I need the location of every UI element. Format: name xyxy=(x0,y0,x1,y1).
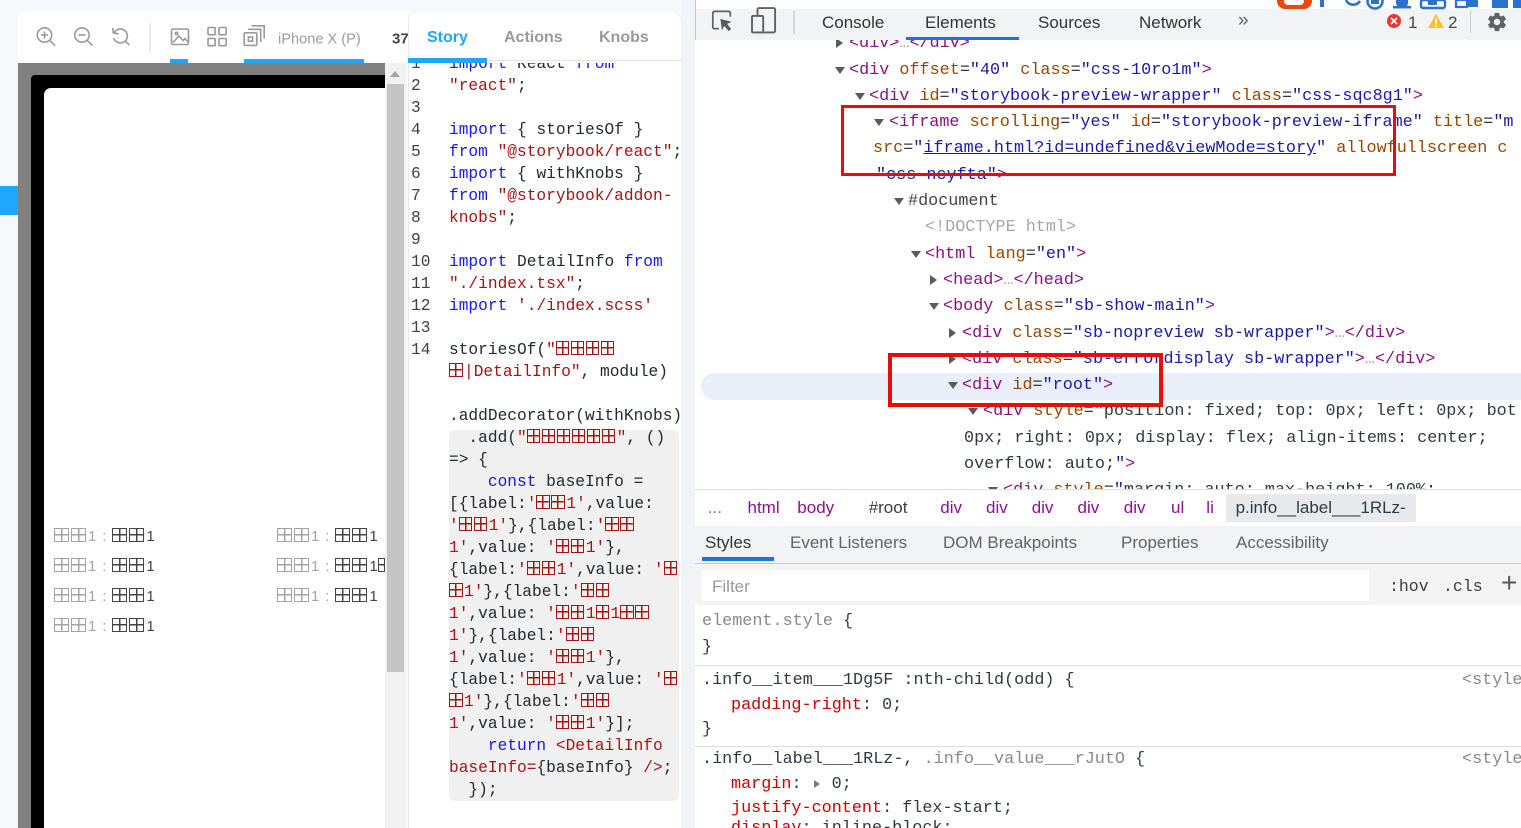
svg-text:iPhone X (P): iPhone X (P) xyxy=(278,32,361,48)
svg-text:37: 37 xyxy=(392,31,408,48)
